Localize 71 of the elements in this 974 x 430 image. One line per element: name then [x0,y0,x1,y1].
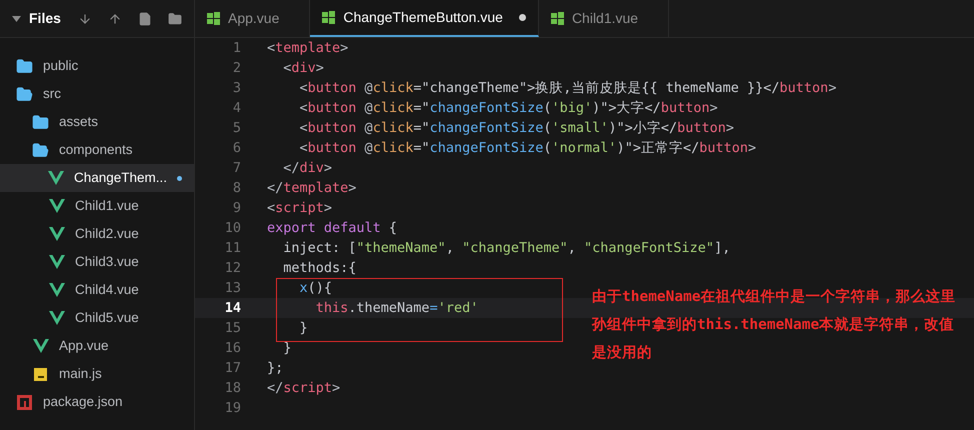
code-line: <button @click="changeFontSize('big')">大字</button> [298,98,718,118]
code-line: }; [267,358,284,378]
code-line: <script> [267,198,332,218]
line-number: 4 [232,98,241,118]
file-tree-item[interactable]: components [0,136,194,164]
file-tree-item[interactable]: Child1.vue [0,192,194,220]
code-line: inject: ["themeName", "changeTheme", "changeFontSize"], [282,238,730,258]
file-icon [207,12,220,25]
line-number: 3 [232,78,241,98]
line-number: 13 [224,278,241,298]
code-line: </template> [267,178,356,198]
line-number: 10 [224,218,241,238]
line-number: 2 [232,58,241,78]
line-number: 19 [224,398,241,418]
vue-file-icon [48,171,64,185]
file-tree-item[interactable]: main.js [0,360,194,388]
file-tree-item[interactable]: Child2.vue [0,220,194,248]
code-line: this.themeName='red' [314,298,478,318]
vue-file-icon [48,311,64,325]
code-line: <template> [267,38,348,58]
code-line: } [298,318,308,338]
file-icon [322,11,336,24]
vue-file-icon [32,339,48,353]
file-icon [550,12,564,25]
file-tree-item[interactable]: assets [0,108,194,136]
file-tree-item[interactable]: ChangeThem... [0,164,194,192]
code-line: methods:{ [282,258,356,278]
vue-file-icon [48,283,64,297]
line-number: 15 [224,318,241,338]
line-number: 14 [224,298,241,318]
line-number: 1 [232,38,241,58]
code-line: export default { [267,218,398,238]
file-tree-item[interactable]: Child4.vue [0,276,194,304]
code-line: </div> [282,158,332,178]
vue-file-icon [48,255,64,269]
new-folder-icon[interactable] [168,12,182,26]
line-number: 7 [232,158,241,178]
js-file-icon [34,368,47,380]
line-number: 5 [232,118,241,138]
code-line: </script> [267,378,340,398]
line-number: 11 [224,238,241,258]
file-tree-item[interactable]: package.json [0,388,194,416]
editor-tab[interactable]: ChangeThemeButton.vue [310,0,539,37]
sidebar-title: Files [29,9,62,28]
file-tree-item[interactable]: src [0,80,194,108]
code-line: x(){ [298,278,332,298]
line-number: 12 [224,258,241,278]
line-number: 18 [224,378,241,398]
file-tree-item[interactable]: Child5.vue [0,304,194,332]
file-tree-item[interactable]: Child3.vue [0,248,194,276]
line-number: 16 [224,338,241,358]
package-icon [17,394,32,410]
code-line: <button @click="changeFontSize('small')">小字</button> [298,118,734,138]
code-line: <button @click="changeTheme">换肤,当前皮肤是{{ themeName }}</button> [298,78,836,98]
code-line: } [282,338,292,358]
line-number: 8 [232,178,241,198]
vue-file-icon [48,199,64,213]
file-tree-item[interactable]: public [0,52,194,80]
arrow-up-icon[interactable] [108,12,122,26]
editor-tab[interactable]: Child1.vue [538,0,670,37]
caret-icon[interactable] [12,16,21,22]
arrow-down-icon[interactable] [78,12,92,26]
file-tree-item[interactable]: App.vue [0,332,194,360]
vue-file-icon [48,227,64,241]
annotation-text: 由于themeName在祖代组件中是一个字符串，那么这里孙组件中拿到的this.themeName本就是字符串，改值是没用的 [592,287,957,363]
line-number: 17 [224,358,241,378]
code-line: <button @click="changeFontSize('normal')">正常字</button> [298,138,756,158]
new-file-icon[interactable] [138,12,152,26]
line-number: 9 [232,198,241,218]
line-number: 6 [232,138,241,158]
code-line: <div> [282,58,324,78]
